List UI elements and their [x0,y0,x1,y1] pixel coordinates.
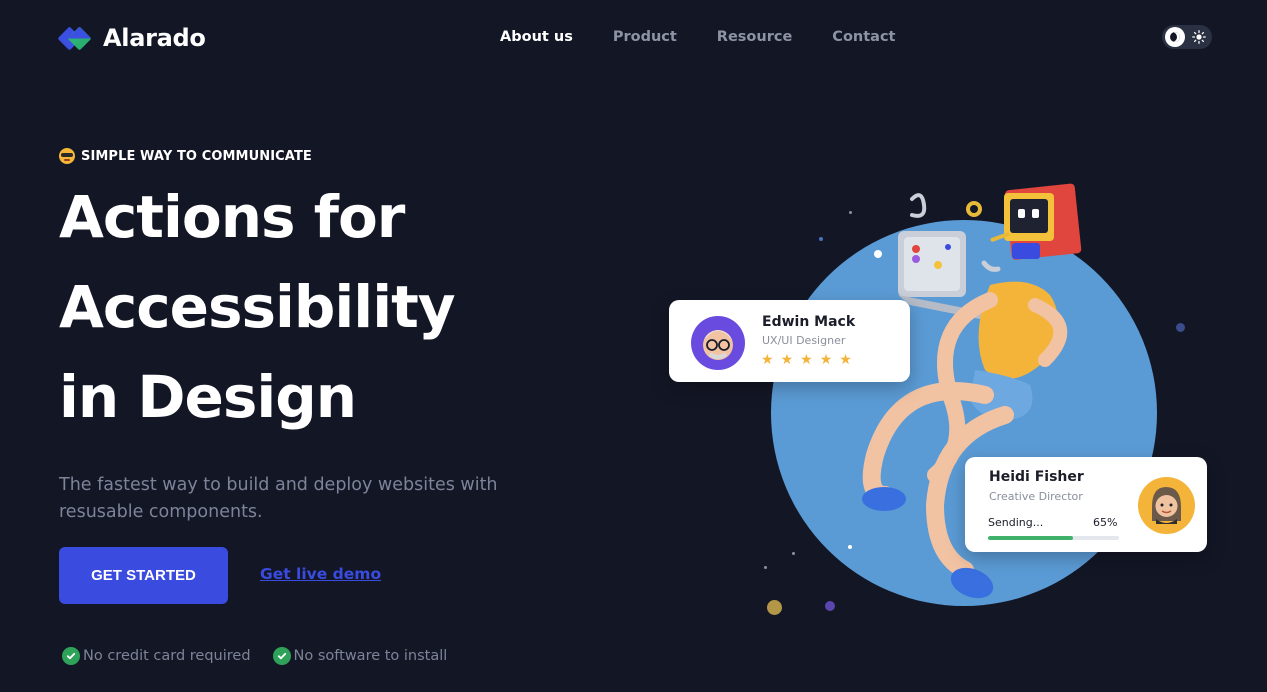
check-label: No software to install [293,648,448,664]
card-role: Creative Director [989,490,1083,503]
hero-lead: The fastest way to build and deploy webs… [59,472,529,526]
progress-bar-fill [988,536,1074,540]
brand-logo[interactable]: Alarado [57,24,206,52]
landing-page: Alarado About us Product Resource Contac… [0,0,1267,692]
feature-checks: No credit card required No software to i… [62,647,447,665]
brand-name: Alarado [103,24,206,52]
decor-dot [825,601,835,611]
hero-headline: Actions for Accessibility in Design [59,172,456,442]
get-live-demo-link[interactable]: Get live demo [260,565,381,583]
main-nav: About us Product Resource Contact [500,29,895,45]
star-icon: ★ [780,352,794,368]
check-circle-icon [62,647,80,665]
eyebrow-text: SIMPLE WAY TO COMMUNICATE [81,148,312,164]
star-icon: ★ [819,352,833,368]
star-icon: ★ [761,352,774,368]
star-icon: ★ [839,352,852,368]
upload-percent: 65% [1093,516,1118,529]
card-name: Edwin Mack [762,314,856,330]
decor-dot [764,566,767,569]
decor-dot [792,552,795,555]
check-label: No credit card required [83,648,251,664]
nav-product[interactable]: Product [613,29,677,45]
headline-line-1: Actions for [59,183,405,251]
theme-toggle[interactable] [1162,25,1212,49]
sun-icon [1189,27,1209,47]
hero-eyebrow: SIMPLE WAY TO COMMUNICATE [59,148,312,164]
card-name: Heidi Fisher [989,469,1084,485]
check-item: No software to install [272,647,448,665]
check-item: No credit card required [62,647,251,665]
get-started-button[interactable]: GET STARTED [59,547,228,604]
rating-stars: ★ ★ ★ ★ ★ [761,353,852,367]
character-illustration [862,183,1082,599]
decor-dot [1176,323,1185,332]
lead-line-1: The fastest way to build and deploy webs… [59,475,498,495]
moon-icon [1165,27,1185,47]
profile-card-edwin[interactable]: Edwin Mack UX/UI Designer ★ ★ ★ ★ ★ [669,300,910,382]
profile-card-heidi[interactable]: Heidi Fisher Creative Director Sending..… [965,457,1207,552]
decor-dot [767,600,782,615]
card-role: UX/UI Designer [762,334,846,347]
logo-mark-icon [57,24,92,52]
avatar [1138,477,1195,534]
nav-contact[interactable]: Contact [832,29,895,45]
headline-line-2: Accessibility [59,273,456,341]
progress-bar [988,536,1119,540]
upload-status: Sending... [988,516,1044,529]
avatar [691,316,745,370]
nav-about-us[interactable]: About us [500,29,573,45]
star-icon: ★ [800,352,813,368]
lead-line-2: resusable components. [59,502,263,522]
check-circle-icon [272,647,291,665]
headline-line-3: in Design [59,363,357,431]
decor-dot [819,237,823,241]
nav-resource[interactable]: Resource [717,29,793,45]
sunglasses-emoji-icon [59,148,75,164]
